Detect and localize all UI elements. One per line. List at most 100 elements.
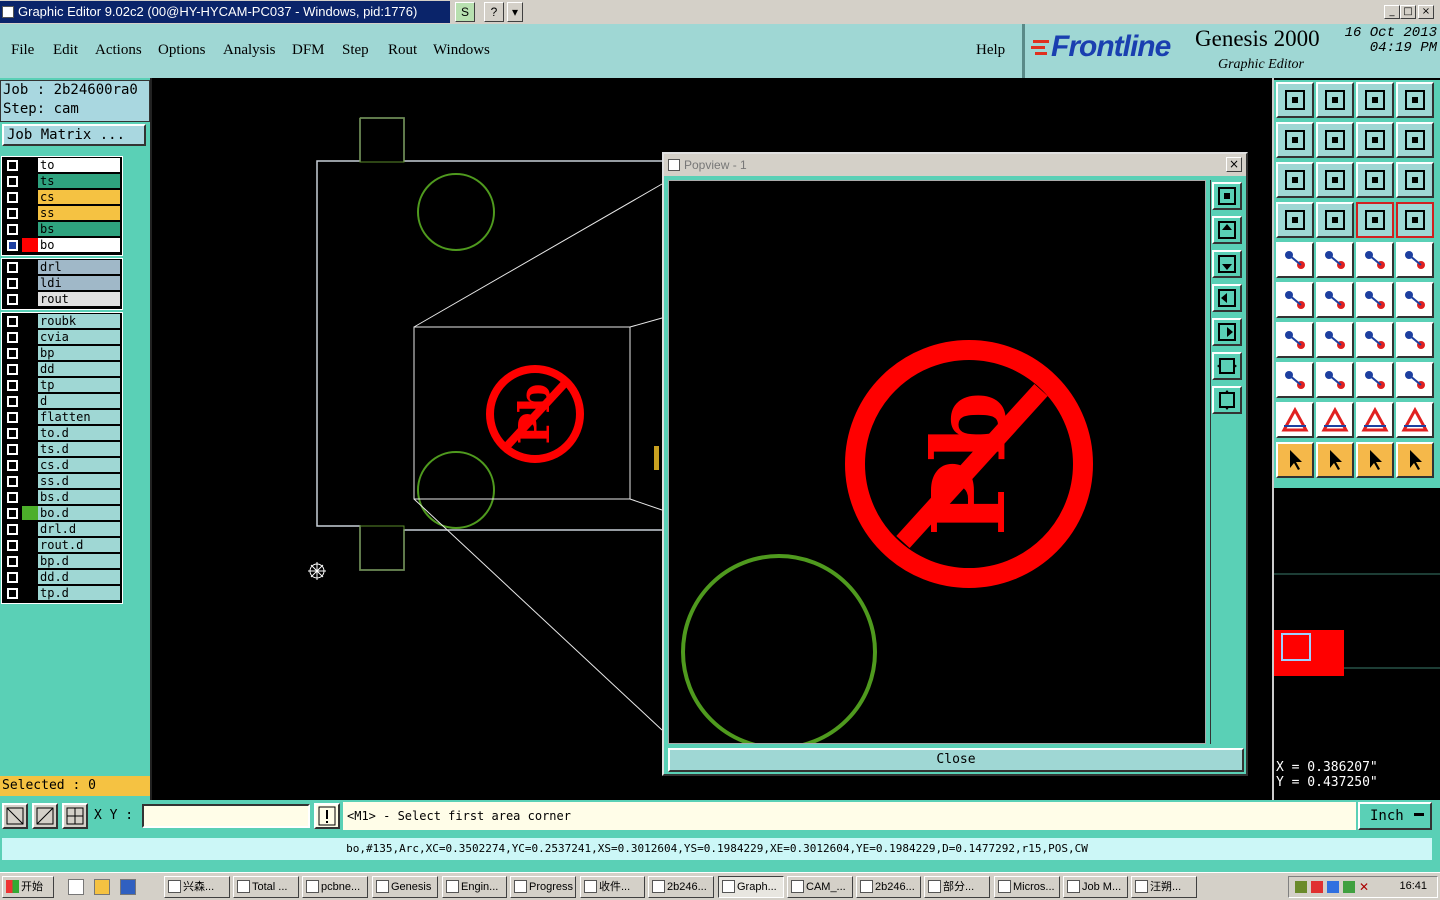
popview-zoom-out-icon[interactable] [1212, 352, 1242, 380]
layer-checkbox[interactable] [7, 396, 18, 407]
menu-dfm[interactable]: DFM [292, 42, 325, 59]
mirror-icon[interactable] [1396, 322, 1434, 358]
layer-name[interactable]: bs [38, 222, 120, 236]
layer-color-swatch[interactable] [22, 276, 38, 290]
pan-left-icon[interactable] [1276, 122, 1314, 158]
title-dropdown-button[interactable]: ▾ [507, 2, 523, 22]
layer-checkbox[interactable] [7, 262, 18, 273]
layer-row-tp[interactable]: tp [2, 377, 122, 393]
layer-color-swatch[interactable] [22, 330, 38, 344]
layer-name[interactable]: to [38, 158, 120, 172]
layer-row-drl-d[interactable]: drl.d [2, 521, 122, 537]
popview-pan-down-icon[interactable] [1212, 250, 1242, 278]
query-icon[interactable] [1396, 162, 1434, 198]
layer-row-rout[interactable]: rout [2, 291, 122, 307]
menu-options[interactable]: Options [158, 42, 206, 59]
layer-checkbox[interactable] [7, 460, 18, 471]
script-button[interactable]: S [455, 2, 475, 22]
layer-color-swatch[interactable] [22, 190, 38, 204]
open-job-icon[interactable] [1276, 82, 1314, 118]
layer-color-swatch[interactable] [22, 554, 38, 568]
layer-color-swatch[interactable] [22, 292, 38, 306]
layer-row-flatten[interactable]: flatten [2, 409, 122, 425]
layer-name[interactable]: ldi [38, 276, 120, 290]
popview-title-bar[interactable]: Popview - 1 [664, 154, 1246, 176]
quick-launch-icon-2[interactable] [120, 879, 136, 895]
job-matrix-button[interactable]: Job Matrix ... [2, 124, 146, 146]
line-draw-icon[interactable] [1316, 322, 1354, 358]
layer-name[interactable]: dd [38, 362, 120, 376]
layer-checkbox[interactable] [7, 364, 18, 375]
scale-1-2-icon[interactable] [1356, 162, 1394, 198]
layer-name[interactable]: drl.d [38, 522, 120, 536]
layer-checkbox[interactable] [7, 332, 18, 343]
net-highlight-icon[interactable] [1356, 202, 1394, 238]
menu-rout[interactable]: Rout [388, 42, 417, 59]
menu-analysis[interactable]: Analysis [223, 42, 276, 59]
triangle-base-icon[interactable] [1396, 402, 1434, 438]
layer-color-swatch[interactable] [22, 394, 38, 408]
layer-color-swatch[interactable] [22, 174, 38, 188]
popview-close-icon[interactable]: × [1226, 157, 1242, 172]
layer-checkbox[interactable] [7, 176, 18, 187]
tray-icon-1[interactable] [1295, 881, 1307, 893]
layer-checkbox[interactable] [7, 278, 18, 289]
layer-checkbox[interactable] [7, 428, 18, 439]
layer-name[interactable]: rout.d [38, 538, 120, 552]
layer-checkbox[interactable] [7, 508, 18, 519]
layer-row-bo-d[interactable]: bo.d [2, 505, 122, 521]
layer-name[interactable]: bo.d [38, 506, 120, 520]
layer-name[interactable]: ts [38, 174, 120, 188]
taskbar-button-14[interactable]: 汪朔... [1131, 876, 1197, 898]
help-query-button[interactable]: ? [484, 2, 504, 22]
center-icon[interactable] [1316, 162, 1354, 198]
popview-screen[interactable]: Pb [668, 180, 1206, 750]
layer-row-ss-d[interactable]: ss.d [2, 473, 122, 489]
layer-name[interactable]: dd.d [38, 570, 120, 584]
area-pointer-icon[interactable] [1356, 442, 1394, 478]
home-view-icon[interactable] [1356, 82, 1394, 118]
taskbar-button-10[interactable]: 2b246... [856, 876, 921, 898]
pad-icon[interactable] [1396, 242, 1434, 278]
menu-edit[interactable]: Edit [53, 42, 78, 59]
layer-color-swatch[interactable] [22, 570, 38, 584]
maximize-icon[interactable]: □ [1400, 5, 1416, 19]
units-dropdown[interactable]: Inch [1358, 802, 1432, 830]
add-pad-icon[interactable] [1276, 362, 1314, 398]
overview-map[interactable] [1274, 486, 1440, 756]
layer-name[interactable]: rout [38, 292, 120, 306]
pointer-icon[interactable] [1276, 442, 1314, 478]
layer-checkbox[interactable] [7, 294, 18, 305]
layer-checkbox[interactable] [7, 412, 18, 423]
layer-row-bp[interactable]: bp [2, 345, 122, 361]
layer-name[interactable]: bp.d [38, 554, 120, 568]
minimize-icon[interactable]: _ [1384, 5, 1400, 19]
layer-name[interactable]: tp.d [38, 586, 120, 600]
grid-mode-icon[interactable] [62, 803, 88, 829]
fit-all-icon[interactable] [1276, 162, 1314, 198]
layer-name[interactable]: cvia [38, 330, 120, 344]
layer-color-swatch[interactable] [22, 586, 38, 600]
quick-launch-icon-0[interactable] [68, 879, 84, 895]
layer-row-dd-d[interactable]: dd.d [2, 569, 122, 585]
layer-checkbox[interactable] [7, 224, 18, 235]
layer-name[interactable]: ss [38, 206, 120, 220]
layer-name[interactable]: bp [38, 346, 120, 360]
layer-checkbox[interactable] [7, 240, 18, 251]
xy-input[interactable] [142, 804, 310, 828]
layer-color-swatch[interactable] [22, 346, 38, 360]
layer-row-ss[interactable]: ss [2, 205, 122, 221]
copy-icon[interactable] [1396, 282, 1434, 318]
layer-color-swatch[interactable] [22, 362, 38, 376]
layer-color-swatch[interactable] [22, 158, 38, 172]
layer-row-roubk[interactable]: roubk [2, 313, 122, 329]
tray-icon-4[interactable] [1343, 881, 1355, 893]
layer-color-swatch[interactable] [22, 260, 38, 274]
layer-row-ts-d[interactable]: ts.d [2, 441, 122, 457]
layer-checkbox[interactable] [7, 588, 18, 599]
layer-row-drl[interactable]: drl [2, 259, 122, 275]
layer-name[interactable]: d [38, 394, 120, 408]
move-icon[interactable] [1356, 282, 1394, 318]
taskbar-button-3[interactable]: Genesis [372, 876, 438, 898]
taskbar-button-5[interactable]: Progress [510, 876, 576, 898]
